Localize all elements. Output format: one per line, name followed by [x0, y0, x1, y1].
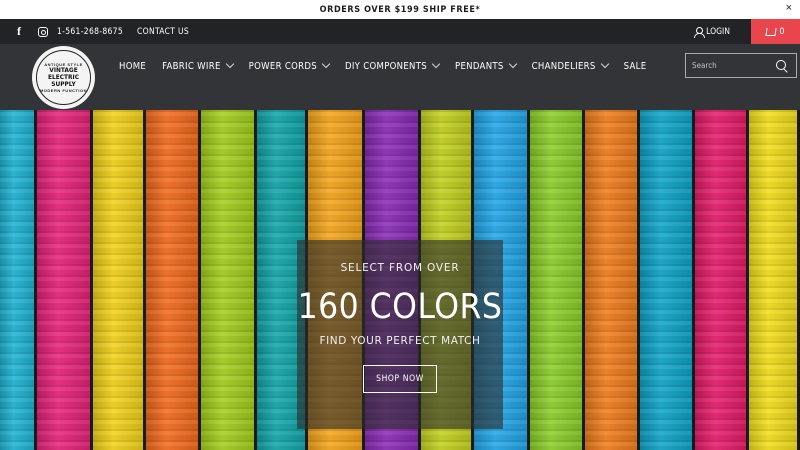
hero-overlay: SELECT FROM OVER 160 COLORS FIND YOUR PE…	[297, 240, 503, 429]
login-label: LOGIN	[706, 26, 730, 37]
nav-label: HOME	[119, 60, 147, 72]
main-nav: HOME FABRIC WIRE POWER CORDS DIY COMPONE…	[119, 44, 662, 88]
wood-plank	[695, 110, 749, 450]
search-icon[interactable]	[776, 59, 788, 72]
nav-item-chandeliers[interactable]: CHANDELIERS	[531, 59, 609, 72]
utility-bar: f 1-561-268-8675 CONTACT US LOGIN 0	[0, 19, 800, 44]
chevron-down-icon	[600, 59, 609, 69]
hero-pretitle: SELECT FROM OVER	[340, 262, 460, 274]
logo-name-line2: SUPPLY	[51, 80, 76, 88]
shop-now-button[interactable]: SHOP NOW	[363, 365, 437, 393]
nav-item-fabric-wire[interactable]: FABRIC WIRE	[162, 59, 234, 72]
phone-link[interactable]: 1-561-268-8675	[57, 27, 123, 37]
contact-us-link[interactable]: CONTACT US	[137, 27, 189, 37]
wood-plank	[37, 110, 93, 450]
wood-plank	[201, 110, 257, 450]
nav-item-home[interactable]: HOME	[119, 61, 146, 72]
logo-arc-bottom: MODERN FUNCTION	[39, 88, 88, 93]
cart-button[interactable]: 0	[751, 19, 800, 44]
nav-label: CHANDELIERS	[531, 60, 596, 72]
hero-subtitle: FIND YOUR PERFECT MATCH	[319, 335, 481, 347]
close-icon[interactable]: ×	[786, 2, 792, 14]
logo[interactable]: ANTIQUE STYLE VINTAGE ELECTRIC SUPPLY MO…	[32, 46, 95, 109]
nav-label: SALE	[623, 60, 647, 72]
announcement-text: ORDERS OVER $199 SHIP FREE*	[319, 4, 481, 15]
announcement-bar: ORDERS OVER $199 SHIP FREE* ×	[0, 0, 800, 19]
chevron-down-icon	[508, 59, 517, 69]
login-link[interactable]: LOGIN	[694, 19, 730, 44]
logo-name-line1: VINTAGE ELECTRIC	[48, 66, 79, 81]
cart-count: 0	[779, 26, 785, 37]
nav-item-pendants[interactable]: PENDANTS	[455, 59, 517, 72]
cart-icon	[765, 27, 777, 36]
nav-item-diy-components[interactable]: DIY COMPONENTS	[344, 59, 441, 72]
wood-plank	[530, 110, 585, 450]
nav-item-sale[interactable]: SALE	[624, 61, 647, 72]
wood-plank	[93, 110, 146, 450]
wood-plank	[146, 110, 201, 450]
instagram-icon[interactable]	[38, 26, 48, 37]
search-box	[685, 53, 797, 78]
nav-label: PENDANTS	[455, 60, 504, 72]
chevron-down-icon	[225, 59, 234, 69]
chevron-down-icon	[321, 59, 331, 69]
wood-plank	[640, 110, 695, 450]
user-icon	[694, 26, 706, 38]
nav-label: FABRIC WIRE	[162, 60, 221, 72]
wood-plank	[0, 110, 37, 450]
wood-plank	[749, 110, 800, 450]
chevron-down-icon	[431, 59, 441, 69]
hero-banner[interactable]: SELECT FROM OVER 160 COLORS FIND YOUR PE…	[0, 110, 800, 450]
logo-badge: ANTIQUE STYLE VINTAGE ELECTRIC SUPPLY MO…	[36, 50, 91, 105]
wood-plank	[585, 110, 640, 450]
nav-item-power-cords[interactable]: POWER CORDS	[248, 59, 331, 72]
nav-label: DIY COMPONENTS	[344, 60, 427, 72]
main-header: ANTIQUE STYLE VINTAGE ELECTRIC SUPPLY MO…	[0, 44, 800, 110]
nav-label: POWER CORDS	[248, 60, 317, 72]
search-input[interactable]	[686, 54, 776, 77]
hero-headline: 160 COLORS	[297, 287, 503, 327]
facebook-icon[interactable]: f	[17, 24, 27, 39]
